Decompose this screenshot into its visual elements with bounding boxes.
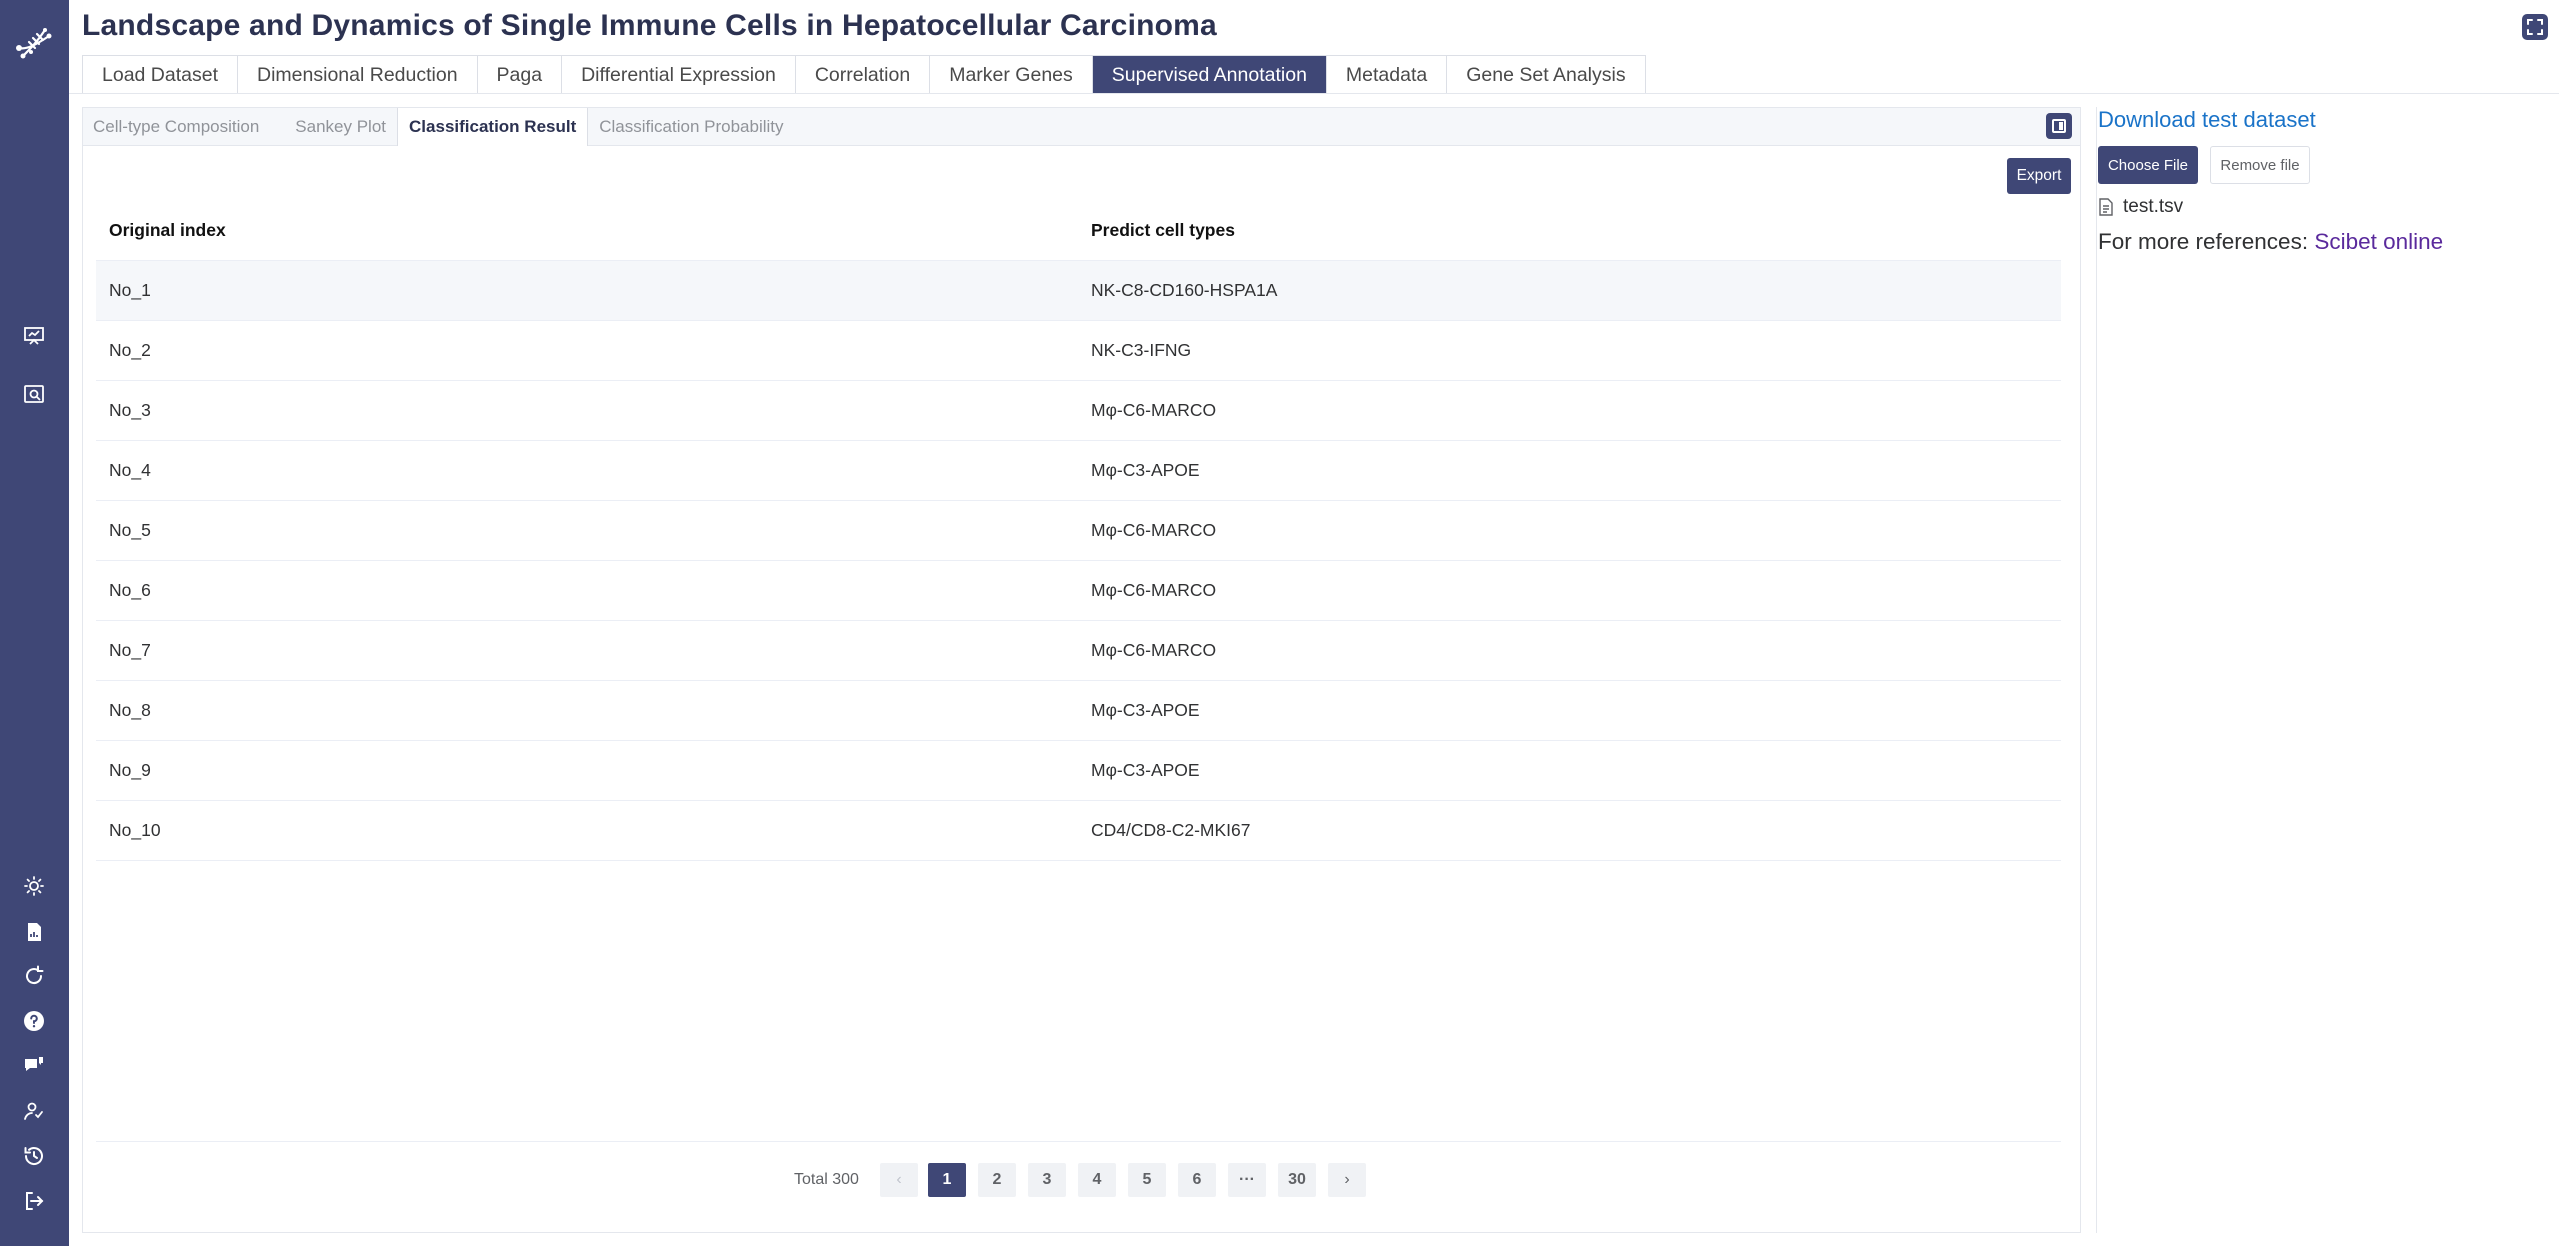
uploaded-file-name[interactable]: test.tsv bbox=[2123, 196, 2183, 218]
table-row[interactable]: No_9 Mφ-C3-APOE bbox=[96, 741, 2061, 801]
page-button[interactable]: 2 bbox=[978, 1163, 1016, 1197]
cell-predict-cell-type: Mφ-C3-APOE bbox=[1091, 760, 1200, 780]
page-button[interactable]: 3 bbox=[1028, 1163, 1066, 1197]
pagination: Total 300 ‹ 1 2 3 4 5 6 ··· 30 › bbox=[83, 1163, 2080, 1197]
tab-metadata[interactable]: Metadata bbox=[1327, 56, 1448, 94]
cell-predict-cell-type: Mφ-C3-APOE bbox=[1091, 700, 1200, 720]
remove-file-button[interactable]: Remove file bbox=[2210, 146, 2310, 184]
document-icon bbox=[2098, 198, 2114, 216]
subtab-sankey-plot[interactable]: Sankey Plot bbox=[284, 108, 397, 145]
cell-original-index: No_10 bbox=[109, 820, 161, 840]
cell-predict-cell-type: Mφ-C3-APOE bbox=[1091, 460, 1200, 480]
subtab-cell-type-composition[interactable]: Cell-type Composition bbox=[83, 108, 270, 145]
file-report-icon[interactable] bbox=[22, 920, 46, 944]
cell-predict-cell-type: Mφ-C6-MARCO bbox=[1091, 520, 1217, 540]
choose-file-button[interactable]: Choose File bbox=[2098, 146, 2198, 184]
tab-marker-genes[interactable]: Marker Genes bbox=[930, 56, 1093, 94]
table-row[interactable]: No_1 NK-C8-CD160-HSPA1A bbox=[96, 261, 2061, 321]
sun-icon[interactable] bbox=[22, 874, 46, 898]
help-icon[interactable] bbox=[22, 1009, 46, 1033]
tab-supervised-annotation[interactable]: Supervised Annotation bbox=[1092, 56, 1327, 94]
user-feedback-icon[interactable] bbox=[22, 1099, 46, 1123]
search-document-icon[interactable] bbox=[22, 382, 46, 406]
cell-predict-cell-type: Mφ-C6-MARCO bbox=[1091, 640, 1217, 660]
header-divider bbox=[69, 93, 2559, 94]
page-button[interactable]: 5 bbox=[1128, 1163, 1166, 1197]
subtab-classification-result[interactable]: Classification Result bbox=[397, 108, 589, 146]
fullscreen-icon[interactable] bbox=[2521, 13, 2549, 41]
cell-original-index: No_5 bbox=[109, 520, 151, 540]
table-row[interactable]: No_8 Mφ-C3-APOE bbox=[96, 681, 2061, 741]
table-footer-divider bbox=[96, 1141, 2061, 1142]
cell-original-index: No_4 bbox=[109, 460, 151, 480]
cell-predict-cell-type: CD4/CD8-C2-MKI67 bbox=[1091, 820, 1251, 840]
page-button[interactable]: 6 bbox=[1178, 1163, 1216, 1197]
column-header-original-index[interactable]: Original index bbox=[109, 201, 226, 260]
cell-original-index: No_2 bbox=[109, 340, 151, 360]
cell-original-index: No_8 bbox=[109, 700, 151, 720]
main-tabs: Load Dataset Dimensional Reduction Paga … bbox=[82, 55, 1646, 94]
upload-panel: Download test dataset Choose File Remove… bbox=[2096, 107, 2547, 1233]
dna-logo-icon[interactable] bbox=[13, 22, 55, 64]
result-subtabs: Cell-type Composition Sankey Plot Classi… bbox=[83, 108, 2080, 146]
cell-predict-cell-type: NK-C8-CD160-HSPA1A bbox=[1091, 280, 1278, 300]
cell-original-index: No_6 bbox=[109, 580, 151, 600]
tab-paga[interactable]: Paga bbox=[478, 56, 563, 94]
tab-load-dataset[interactable]: Load Dataset bbox=[83, 56, 239, 94]
cell-original-index: No_9 bbox=[109, 760, 151, 780]
cell-predict-cell-type: Mφ-C6-MARCO bbox=[1091, 400, 1217, 420]
table-row[interactable]: No_10 CD4/CD8-C2-MKI67 bbox=[96, 801, 2061, 861]
presentation-icon[interactable] bbox=[22, 324, 46, 348]
scibet-online-link[interactable]: Scibet online bbox=[2314, 229, 2443, 254]
logout-icon[interactable] bbox=[22, 1189, 46, 1213]
cell-predict-cell-type: NK-C3-IFNG bbox=[1091, 340, 1192, 360]
history-icon[interactable] bbox=[22, 1144, 46, 1168]
chat-icon[interactable] bbox=[22, 1054, 46, 1078]
page-title: Landscape and Dynamics of Single Immune … bbox=[82, 9, 1217, 42]
tab-dimensional-reduction[interactable]: Dimensional Reduction bbox=[238, 56, 478, 94]
table-header-row: Original index Predict cell types bbox=[96, 201, 2061, 261]
next-page-button[interactable]: › bbox=[1328, 1163, 1366, 1197]
cell-original-index: No_7 bbox=[109, 640, 151, 660]
pagination-total: Total 300 bbox=[794, 1171, 859, 1188]
cell-original-index: No_1 bbox=[109, 280, 151, 300]
cell-original-index: No_3 bbox=[109, 400, 151, 420]
table-row[interactable]: No_7 Mφ-C6-MARCO bbox=[96, 621, 2061, 681]
page-button[interactable]: 30 bbox=[1278, 1163, 1316, 1197]
prev-page-button[interactable]: ‹ bbox=[880, 1163, 918, 1197]
refresh-icon[interactable] bbox=[22, 964, 46, 988]
page-button[interactable]: 1 bbox=[928, 1163, 966, 1197]
table-row[interactable]: No_2 NK-C3-IFNG bbox=[96, 321, 2061, 381]
results-panel: Cell-type Composition Sankey Plot Classi… bbox=[82, 107, 2081, 1233]
classification-table: Original index Predict cell types No_1 N… bbox=[96, 201, 2061, 861]
table-row[interactable]: No_5 Mφ-C6-MARCO bbox=[96, 501, 2061, 561]
uploaded-file-item[interactable]: test.tsv bbox=[2098, 195, 2183, 219]
download-test-dataset-link[interactable]: Download test dataset bbox=[2098, 107, 2316, 133]
references-label: For more references: bbox=[2098, 229, 2315, 254]
references-line: For more references: Scibet online bbox=[2098, 229, 2443, 255]
sidebar bbox=[0, 0, 69, 1246]
subtab-classification-probability[interactable]: Classification Probability bbox=[588, 108, 794, 145]
tab-differential-expression[interactable]: Differential Expression bbox=[562, 56, 796, 94]
panel-toggle-icon[interactable] bbox=[2046, 113, 2072, 139]
export-button[interactable]: Export bbox=[2007, 158, 2071, 194]
tab-correlation[interactable]: Correlation bbox=[796, 56, 931, 94]
table-row[interactable]: No_6 Mφ-C6-MARCO bbox=[96, 561, 2061, 621]
page-ellipsis-button[interactable]: ··· bbox=[1228, 1163, 1266, 1197]
cell-predict-cell-type: Mφ-C6-MARCO bbox=[1091, 580, 1217, 600]
tab-gene-set-analysis[interactable]: Gene Set Analysis bbox=[1447, 56, 1644, 94]
table-row[interactable]: No_4 Mφ-C3-APOE bbox=[96, 441, 2061, 501]
table-row[interactable]: No_3 Mφ-C6-MARCO bbox=[96, 381, 2061, 441]
column-header-predict-cell-types[interactable]: Predict cell types bbox=[1091, 201, 1235, 260]
page-button[interactable]: 4 bbox=[1078, 1163, 1116, 1197]
